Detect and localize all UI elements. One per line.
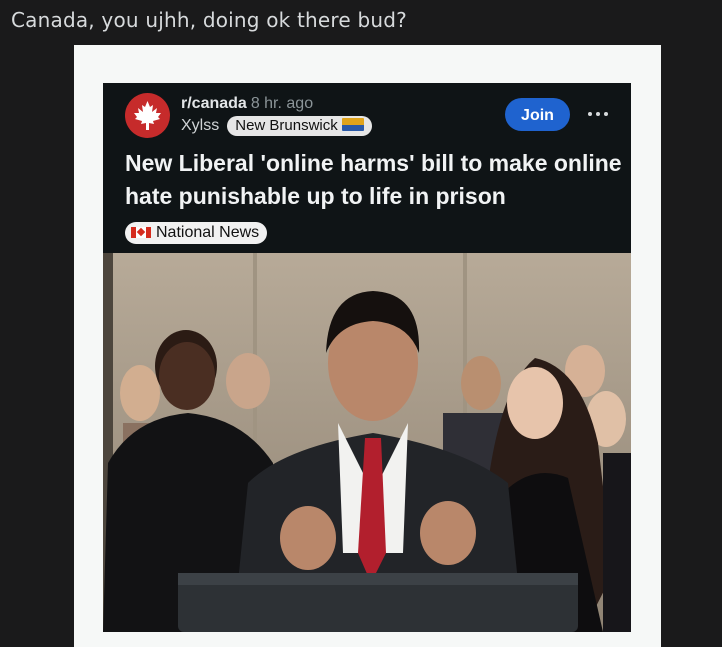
more-dot xyxy=(604,112,608,116)
post-title: Canada, you ujhh, doing ok there bud? xyxy=(11,8,407,32)
subreddit-line: r/canada 8 hr. ago xyxy=(181,95,313,113)
subreddit-name[interactable]: r/canada xyxy=(181,95,247,112)
user-flair-label: New Brunswick xyxy=(235,117,338,134)
join-button[interactable]: Join xyxy=(505,98,570,131)
post-flair[interactable]: National News xyxy=(125,222,268,244)
user-flair: New Brunswick xyxy=(227,116,372,136)
username[interactable]: Xylss xyxy=(181,117,219,134)
post-headline[interactable]: New Liberal 'online harms' bill to make … xyxy=(125,147,625,213)
screenshot-card: r/canada 8 hr. ago Xylss New Brunswick Joi… xyxy=(103,83,631,253)
canada-flag-icon xyxy=(131,227,151,238)
maple-leaf-icon xyxy=(134,101,161,130)
subreddit-avatar[interactable] xyxy=(125,93,170,138)
more-dot xyxy=(588,112,592,116)
more-dot xyxy=(596,112,600,116)
user-line: Xylss New Brunswick xyxy=(181,116,372,136)
post-time: 8 hr. ago xyxy=(250,95,314,112)
more-options-icon[interactable] xyxy=(587,103,609,123)
new-brunswick-flag-icon xyxy=(341,118,364,131)
news-photo xyxy=(103,253,631,632)
post-flair-label: National News xyxy=(156,224,260,241)
press-conference-photo xyxy=(103,253,631,632)
